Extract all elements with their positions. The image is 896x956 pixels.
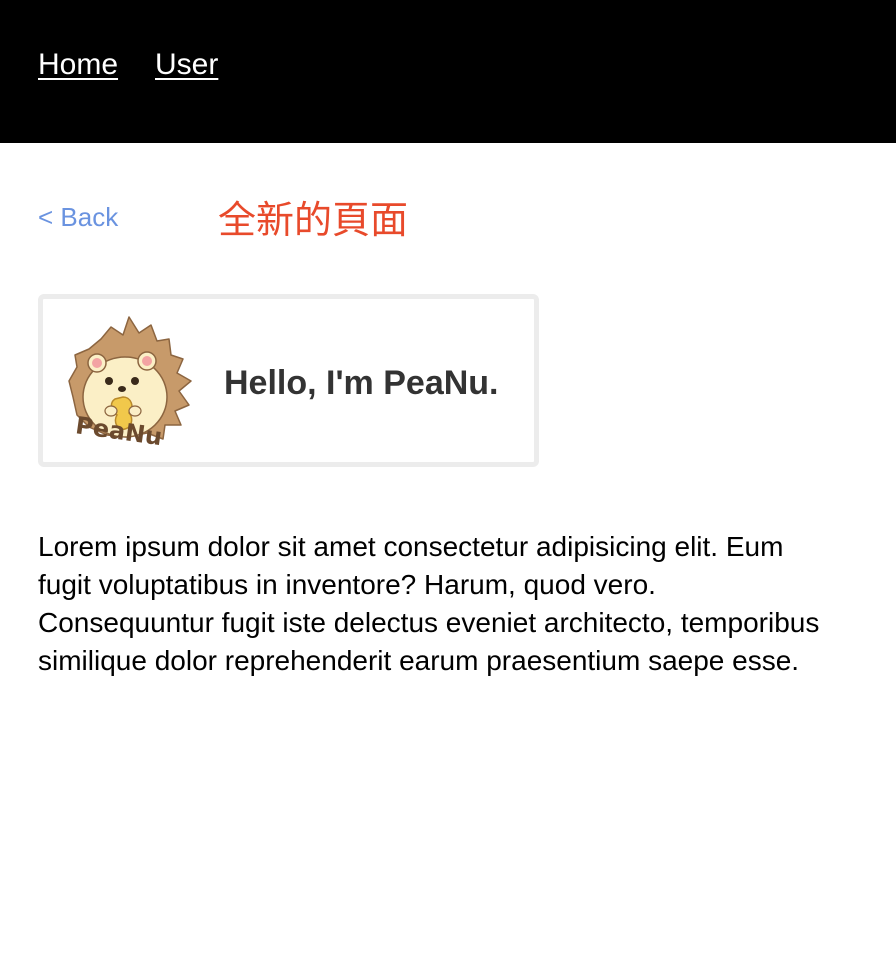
body-paragraph: Lorem ipsum dolor sit amet consectetur a…: [38, 531, 820, 676]
card-title: Hello, I'm PeaNu.: [224, 364, 499, 402]
nav-link-home[interactable]: Home: [38, 46, 118, 84]
back-link[interactable]: < Back: [38, 200, 118, 234]
hedgehog-avatar-icon: PeaNu: [68, 316, 192, 447]
profile-card: PeaNu Hello, I'm PeaNu.: [38, 294, 539, 467]
top-navigation-bar: Home User: [0, 0, 896, 143]
nav-link-user[interactable]: User: [155, 46, 218, 84]
page-title: 全新的頁面: [218, 198, 409, 242]
